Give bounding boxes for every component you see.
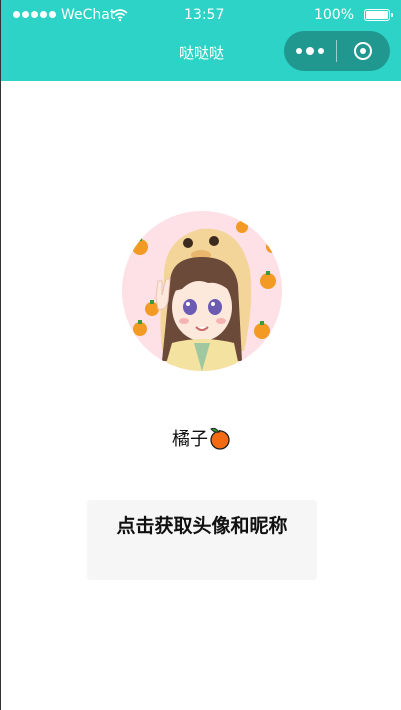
nickname: 橘子 (1, 425, 401, 451)
clock: 13:57 (184, 7, 225, 23)
nickname-text: 橘子 (172, 429, 208, 450)
signal-icon (13, 11, 56, 18)
get-avatar-nickname-button[interactable]: 点击获取头像和昵称 (87, 500, 317, 580)
status-bar: WeChat 13:57 100% (1, 0, 401, 30)
battery-icon (364, 9, 393, 21)
app-frame: WeChat 13:57 100% 哒哒哒 橘子 点击获取头像和昵称 (0, 0, 401, 710)
more-dots-icon[interactable] (284, 31, 336, 71)
wifi-icon (112, 9, 128, 22)
header: WeChat 13:57 100% 哒哒哒 (1, 0, 401, 81)
orange-emoji-icon (210, 427, 230, 450)
carrier-label: WeChat (61, 7, 116, 23)
close-circle-icon[interactable] (337, 31, 389, 71)
avatar (122, 211, 282, 371)
battery-percent: 100% (313, 7, 354, 23)
mini-program-capsule (284, 31, 390, 71)
avatar-illustration (122, 211, 282, 371)
